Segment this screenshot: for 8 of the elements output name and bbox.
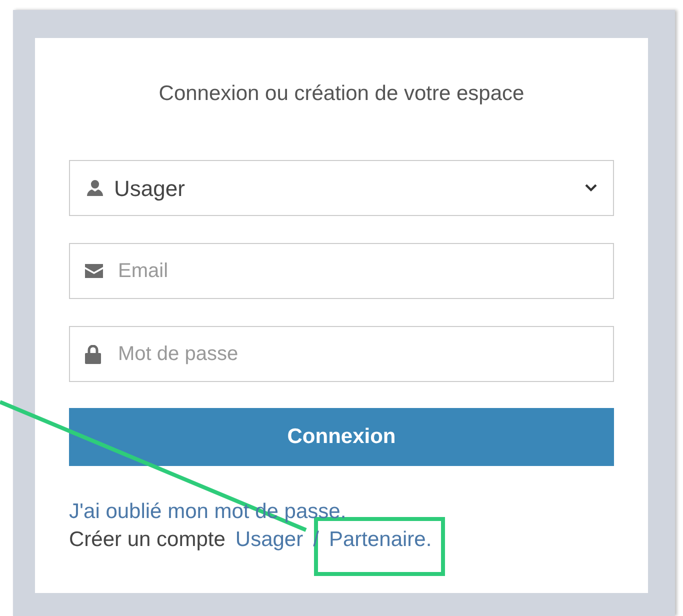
user-account-link[interactable]: Usager	[235, 526, 304, 554]
email-field[interactable]: Email	[69, 243, 614, 299]
partner-account-link[interactable]: Partenaire.	[328, 526, 432, 554]
create-account-text: Créer un compte	[69, 527, 226, 553]
login-button[interactable]: Connexion	[69, 408, 614, 466]
user-type-dropdown[interactable]: Usager	[69, 160, 614, 216]
card-title: Connexion ou création de votre espace	[158, 81, 526, 107]
password-field[interactable]: Mot de passe	[69, 326, 614, 382]
